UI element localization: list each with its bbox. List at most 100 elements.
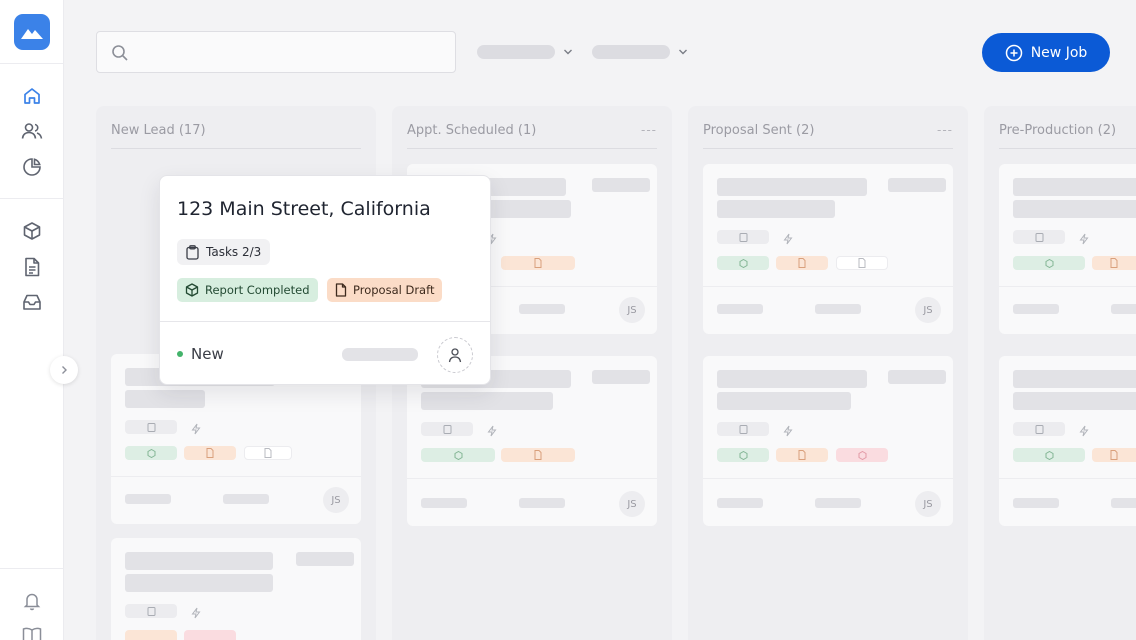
card-divider [160, 321, 490, 322]
clipboard-icon [147, 423, 155, 432]
clipboard-icon [1035, 233, 1043, 242]
meta-placeholder [1013, 498, 1059, 508]
tasks-placeholder [717, 230, 769, 244]
box-icon [185, 283, 199, 297]
pie-chart-icon[interactable] [21, 156, 43, 178]
title-placeholder [1013, 370, 1136, 388]
document-icon [534, 258, 542, 268]
search-input[interactable] [96, 31, 456, 73]
meta-placeholder [815, 304, 861, 314]
search-icon [111, 44, 129, 66]
clipboard-icon [739, 233, 747, 242]
card-divider [407, 478, 657, 479]
document-icon[interactable] [21, 256, 43, 278]
empty-tag-placeholder [244, 446, 292, 460]
proposal-tag-placeholder [1092, 448, 1136, 462]
clipboard-icon [186, 244, 199, 260]
inbox-icon[interactable] [21, 291, 43, 313]
filter-dropdown-2[interactable] [592, 44, 688, 60]
filter-placeholder [592, 45, 670, 59]
column-title: Pre-Production (2) [999, 123, 1117, 138]
assignee-avatar[interactable]: JS [619, 297, 645, 323]
clipboard-icon [147, 607, 155, 616]
bell-icon[interactable] [21, 590, 43, 612]
tasks-placeholder [421, 422, 473, 436]
column-pre-production: Pre-Production (2) [984, 106, 1136, 640]
report-tag-placeholder [1013, 448, 1085, 462]
card-divider [999, 286, 1136, 287]
expand-sidebar-button[interactable] [50, 356, 78, 384]
home-icon[interactable] [21, 85, 43, 107]
proposal-tag-placeholder [776, 448, 828, 462]
alert-tag-placeholder [836, 448, 888, 462]
job-card-placeholder[interactable] [999, 356, 1136, 526]
subtitle-placeholder [1013, 200, 1136, 218]
title-placeholder [717, 370, 867, 388]
new-job-button[interactable]: New Job [982, 33, 1110, 72]
book-icon[interactable] [21, 624, 43, 640]
sidebar-divider [0, 63, 64, 64]
tasks-label: Tasks 2/3 [206, 245, 262, 259]
meta-placeholder [519, 304, 565, 314]
date-placeholder [888, 178, 946, 192]
proposal-tag-placeholder [501, 448, 575, 462]
box-icon[interactable] [21, 220, 43, 242]
meta-placeholder [125, 494, 171, 504]
box-icon [858, 450, 866, 460]
sidebar [0, 0, 64, 640]
title-placeholder [125, 552, 273, 570]
meta-placeholder [1013, 304, 1059, 314]
meta-placeholder [1111, 304, 1136, 314]
proposal-tag-placeholder [184, 446, 236, 460]
clipboard-icon [443, 425, 451, 434]
status-label: New [191, 345, 224, 363]
document-icon [1110, 450, 1118, 460]
tasks-placeholder [125, 604, 177, 618]
meta-placeholder [223, 494, 269, 504]
column-more[interactable]: --- [937, 123, 953, 148]
proposal-tag-placeholder [776, 256, 828, 270]
card-divider [703, 478, 953, 479]
column-more[interactable]: --- [641, 123, 657, 148]
tasks-placeholder [717, 422, 769, 436]
assign-user-button[interactable] [437, 337, 473, 373]
card-divider [999, 478, 1136, 479]
meta-placeholder [815, 498, 861, 508]
assignee-avatar[interactable]: JS [915, 491, 941, 517]
assignee-avatar[interactable]: JS [323, 487, 349, 513]
proposal-tag-placeholder [125, 630, 177, 640]
proposal-tag-placeholder [501, 256, 575, 270]
date-placeholder [296, 552, 354, 566]
box-icon [739, 450, 747, 460]
empty-tag-placeholder [836, 256, 888, 270]
filter-dropdown-1[interactable] [477, 44, 573, 60]
job-card-placeholder[interactable] [999, 164, 1136, 334]
clipboard-icon [739, 425, 747, 434]
job-card-placeholder[interactable] [111, 538, 361, 640]
lightning-icon [1079, 422, 1089, 441]
assignee-avatar[interactable]: JS [915, 297, 941, 323]
tasks-chip[interactable]: Tasks 2/3 [177, 239, 271, 265]
tasks-placeholder [125, 420, 177, 434]
app-logo[interactable] [14, 14, 50, 50]
document-icon [534, 450, 542, 460]
tag-label: Report Completed [205, 283, 310, 297]
subtitle-placeholder [125, 390, 205, 408]
assignee-avatar[interactable]: JS [619, 491, 645, 517]
meta-placeholder [421, 498, 467, 508]
card-divider [703, 286, 953, 287]
report-tag-placeholder [1013, 256, 1085, 270]
document-icon [858, 258, 866, 268]
chevron-right-icon [62, 366, 67, 374]
job-card-popup[interactable]: 123 Main Street, California Tasks 2/3 Re… [159, 175, 491, 385]
report-completed-tag[interactable]: Report Completed [177, 278, 318, 302]
job-card-placeholder[interactable]: JS [703, 164, 953, 334]
document-icon [264, 448, 272, 458]
column-proposal-sent: Proposal Sent (2) --- JS JS [688, 106, 968, 640]
job-card-placeholder[interactable]: JS [703, 356, 953, 526]
users-icon[interactable] [21, 120, 43, 142]
date-placeholder [592, 370, 650, 384]
status-dot [177, 351, 183, 357]
date-placeholder [592, 178, 650, 192]
proposal-draft-tag[interactable]: Proposal Draft [327, 278, 443, 302]
